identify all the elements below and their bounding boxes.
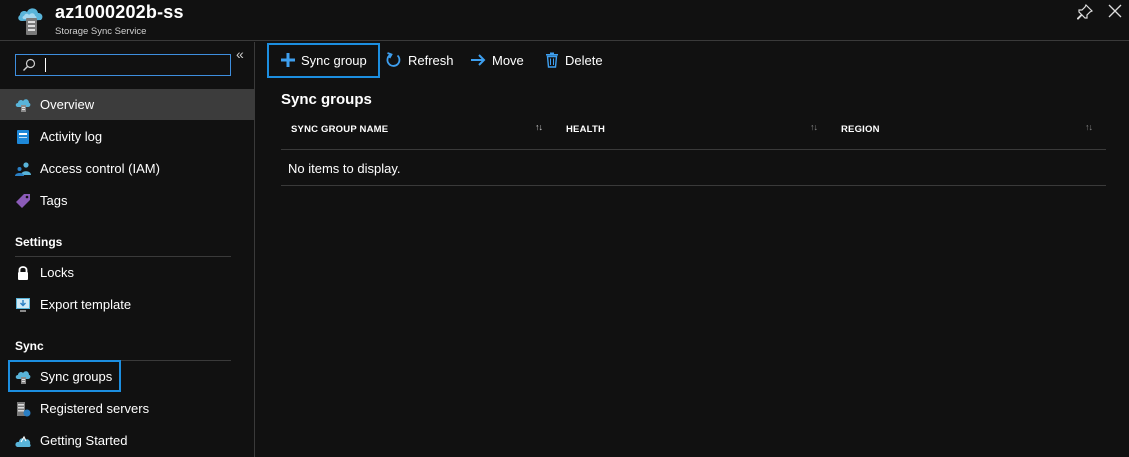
sidebar-item-overview[interactable]: Overview xyxy=(0,89,255,120)
section-title-settings: Settings xyxy=(15,235,63,249)
refresh-button[interactable]: Refresh xyxy=(385,42,455,78)
sidebar-item-registered-servers[interactable]: Registered servers xyxy=(0,393,255,424)
sync-group-button-highlight xyxy=(267,43,380,78)
activity-log-icon xyxy=(17,130,29,144)
sidebar-item-getting-started[interactable]: Getting Started xyxy=(0,425,255,456)
delete-button[interactable]: Delete xyxy=(544,42,608,78)
lock-icon xyxy=(18,266,28,280)
sidebar-item-label: Getting Started xyxy=(40,433,128,448)
main-content: Sync group Refresh Move Delete Sync grou… xyxy=(256,42,1129,457)
sidebar-item-label: Activity log xyxy=(40,129,103,144)
resource-title: az1000202b-ss xyxy=(55,2,184,22)
sync-groups-highlight xyxy=(8,360,121,392)
refresh-label: Refresh xyxy=(408,53,454,68)
sidebar-item-label: Overview xyxy=(40,97,95,112)
collapse-sidebar-icon[interactable]: « xyxy=(236,47,250,61)
sidebar-item-locks[interactable]: Locks xyxy=(0,257,255,288)
sidebar-item-tags[interactable]: Tags xyxy=(0,185,255,216)
move-button[interactable]: Move xyxy=(469,42,529,78)
move-label: Move xyxy=(492,53,524,68)
pin-icon[interactable] xyxy=(1077,4,1093,20)
getting-started-cloud-icon xyxy=(15,435,31,447)
empty-table-message: No items to display. xyxy=(288,161,401,176)
access-control-icon xyxy=(15,162,31,176)
export-template-icon xyxy=(16,298,30,312)
column-header-sync-group-name[interactable]: SYNC GROUP NAME xyxy=(291,124,388,135)
command-bar: Sync group Refresh Move Delete xyxy=(256,42,1129,80)
search-icon xyxy=(23,58,36,71)
sidebar-item-access-control[interactable]: Access control (IAM) xyxy=(0,153,255,184)
storage-sync-cloud-icon xyxy=(15,99,31,112)
sidebar-item-label: Access control (IAM) xyxy=(40,161,160,176)
sort-icon[interactable]: ↑↓ xyxy=(1085,122,1093,132)
column-header-region[interactable]: REGION xyxy=(841,124,880,135)
delete-label: Delete xyxy=(565,53,603,68)
table-row-divider xyxy=(281,185,1106,186)
sidebar-item-activity-log[interactable]: Activity log xyxy=(0,121,255,152)
trash-icon xyxy=(546,52,558,68)
search-input[interactable] xyxy=(42,56,228,74)
text-cursor xyxy=(45,58,46,72)
refresh-icon xyxy=(386,52,401,67)
column-header-health[interactable]: HEALTH xyxy=(566,124,605,135)
tag-icon xyxy=(16,194,30,208)
blade-header: az1000202b-ss Storage Sync Service xyxy=(0,0,1129,41)
sort-icon[interactable]: ↑↓ xyxy=(810,122,818,132)
resource-subtitle: Storage Sync Service xyxy=(55,26,147,37)
sidebar-item-label: Locks xyxy=(40,265,74,280)
table-header-divider xyxy=(281,149,1106,150)
content-title: Sync groups xyxy=(281,91,372,108)
sidebar-item-label: Tags xyxy=(40,193,68,208)
section-title-sync: Sync xyxy=(15,339,44,353)
sidebar-item-label: Export template xyxy=(40,297,132,312)
sidebar-item-label: Registered servers xyxy=(40,401,150,416)
close-icon[interactable] xyxy=(1108,4,1122,18)
sort-ascending-icon[interactable]: ↑↓ xyxy=(535,122,543,132)
sidebar: « Overview Activity log Access control (… xyxy=(0,42,255,457)
arrow-right-icon xyxy=(471,54,486,66)
registered-servers-icon xyxy=(17,402,31,417)
search-field[interactable] xyxy=(15,54,231,76)
storage-sync-service-icon xyxy=(18,8,43,35)
sidebar-item-export-template[interactable]: Export template xyxy=(0,289,255,320)
